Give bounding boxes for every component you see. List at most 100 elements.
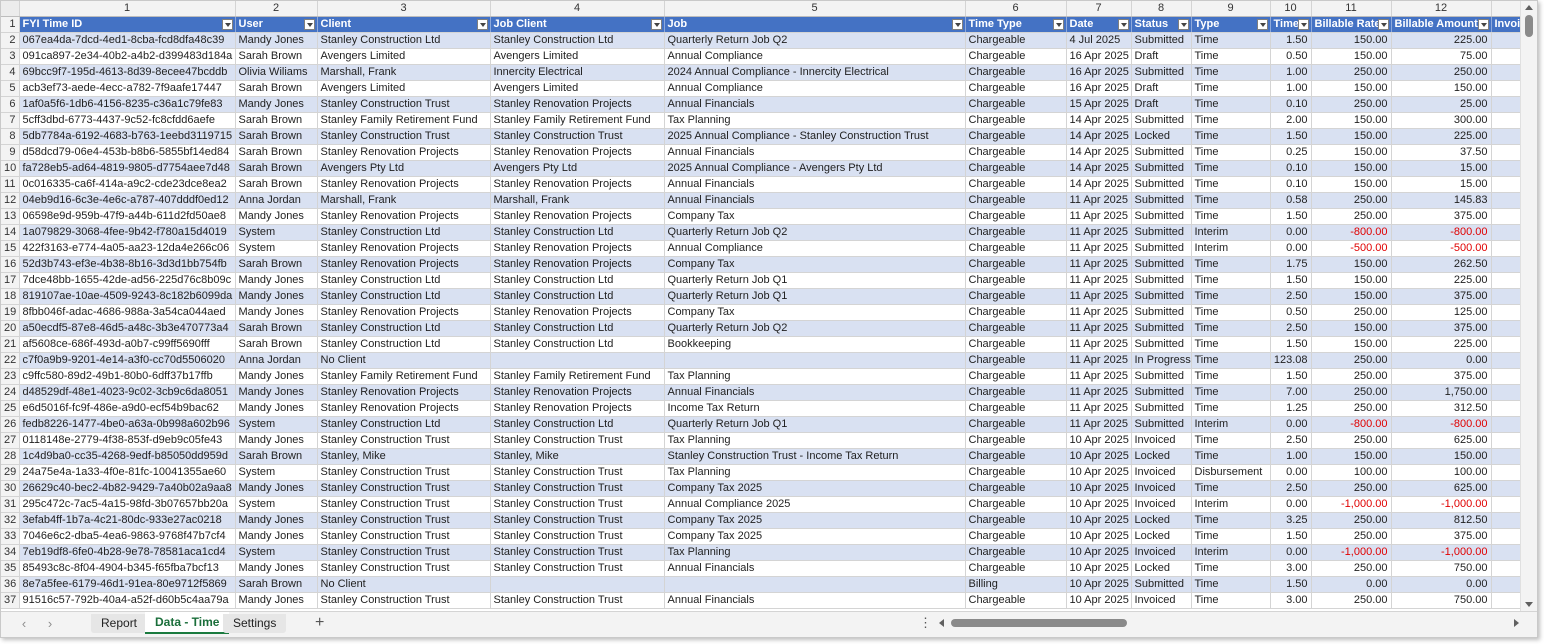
table-cell[interactable]: Draft <box>1131 96 1192 113</box>
table-cell[interactable]: Mandy Jones <box>235 32 318 49</box>
column-header[interactable]: Job <box>664 16 966 33</box>
row-number[interactable]: 12 <box>1 192 20 209</box>
table-cell[interactable]: 0.58 <box>1270 192 1312 209</box>
table-cell[interactable]: Chargeable <box>965 560 1067 577</box>
table-cell[interactable]: 1.00 <box>1270 448 1312 465</box>
table-cell[interactable] <box>1491 560 1520 577</box>
table-cell[interactable]: Company Tax <box>664 208 966 225</box>
table-cell[interactable]: 625.00 <box>1391 432 1492 449</box>
table-cell[interactable]: Stanley Construction Trust <box>317 560 491 577</box>
table-cell[interactable] <box>664 576 966 593</box>
table-cell[interactable]: 15 Apr 2025 <box>1066 96 1132 113</box>
table-cell[interactable]: Submitted <box>1131 160 1192 177</box>
table-cell[interactable]: Locked <box>1131 528 1192 545</box>
table-cell[interactable]: 15.00 <box>1391 160 1492 177</box>
table-cell[interactable]: 150.00 <box>1311 80 1392 97</box>
table-cell[interactable]: 11 Apr 2025 <box>1066 256 1132 273</box>
column-header[interactable]: Invoi <box>1491 16 1520 33</box>
row-number[interactable]: 4 <box>1 64 20 81</box>
table-cell[interactable]: -800.00 <box>1311 416 1392 433</box>
table-cell[interactable]: 145.83 <box>1391 192 1492 209</box>
table-cell[interactable]: Sarah Brown <box>235 256 318 273</box>
table-cell[interactable]: Avengers Limited <box>490 80 665 97</box>
table-cell[interactable]: Mandy Jones <box>235 400 318 417</box>
table-cell[interactable]: 150.00 <box>1311 448 1392 465</box>
row-number[interactable]: 1 <box>1 16 20 33</box>
table-cell[interactable]: Time <box>1191 176 1271 193</box>
table-cell[interactable]: Interim <box>1191 240 1271 257</box>
table-cell[interactable]: Locked <box>1131 448 1192 465</box>
table-cell[interactable]: Stanley Construction Trust <box>490 480 665 497</box>
table-cell[interactable] <box>1491 448 1520 465</box>
table-cell[interactable]: 250.00 <box>1311 208 1392 225</box>
table-cell[interactable]: 2024 Annual Compliance - Innercity Elect… <box>664 64 966 81</box>
table-cell[interactable]: Income Tax Return <box>664 400 966 417</box>
table-cell[interactable]: Time <box>1191 400 1271 417</box>
table-cell[interactable]: 225.00 <box>1391 32 1492 49</box>
table-cell[interactable]: 7046e6c2-dba5-4ea6-9863-9768f47b7cf4 <box>19 528 236 545</box>
row-number[interactable]: 13 <box>1 208 20 225</box>
table-cell[interactable]: 1af0a5f6-1db6-4156-8235-c36a1c79fe83 <box>19 96 236 113</box>
table-cell[interactable]: Quarterly Return Job Q2 <box>664 320 966 337</box>
table-cell[interactable]: 250.00 <box>1311 528 1392 545</box>
table-cell[interactable]: Draft <box>1131 48 1192 65</box>
table-cell[interactable]: Avengers Limited <box>317 80 491 97</box>
table-cell[interactable]: -800.00 <box>1311 224 1392 241</box>
table-cell[interactable]: 250.00 <box>1311 64 1392 81</box>
table-cell[interactable]: Stanley Construction Trust <box>490 528 665 545</box>
table-cell[interactable]: Locked <box>1131 512 1192 529</box>
table-cell[interactable]: 067ea4da-7dcd-4ed1-8cba-fcd8dfa48c39 <box>19 32 236 49</box>
table-cell[interactable]: 375.00 <box>1391 208 1492 225</box>
table-cell[interactable]: 11 Apr 2025 <box>1066 368 1132 385</box>
table-cell[interactable]: Chargeable <box>965 592 1067 609</box>
table-cell[interactable]: Stanley Construction Ltd <box>490 272 665 289</box>
table-cell[interactable]: 250.00 <box>1311 304 1392 321</box>
table-cell[interactable] <box>1491 48 1520 65</box>
table-cell[interactable]: Chargeable <box>965 176 1067 193</box>
column-number[interactable]: 11 <box>1311 1 1392 17</box>
table-cell[interactable]: 11 Apr 2025 <box>1066 224 1132 241</box>
table-cell[interactable]: Time <box>1191 512 1271 529</box>
table-cell[interactable]: Tax Planning <box>664 544 966 561</box>
column-header[interactable]: User <box>235 16 318 33</box>
table-cell[interactable]: Anna Jordan <box>235 352 318 369</box>
column-number[interactable]: 4 <box>490 1 665 17</box>
table-cell[interactable]: 10 Apr 2025 <box>1066 560 1132 577</box>
table-cell[interactable]: fedb8226-1477-4be0-a63a-0b998a602b96 <box>19 416 236 433</box>
table-cell[interactable]: -1,000.00 <box>1311 496 1392 513</box>
table-cell[interactable]: Time <box>1191 288 1271 305</box>
table-cell[interactable]: 312.50 <box>1391 400 1492 417</box>
table-cell[interactable]: Time <box>1191 256 1271 273</box>
table-cell[interactable]: Chargeable <box>965 256 1067 273</box>
table-cell[interactable]: Stanley Renovation Projects <box>490 240 665 257</box>
table-cell[interactable]: 1.00 <box>1270 80 1312 97</box>
table-cell[interactable]: Stanley Construction Ltd <box>317 416 491 433</box>
table-cell[interactable]: 14 Apr 2025 <box>1066 176 1132 193</box>
column-number[interactable] <box>1491 1 1520 17</box>
column-number[interactable]: 5 <box>664 1 966 17</box>
table-cell[interactable]: Stanley Construction Trust <box>490 432 665 449</box>
table-cell[interactable]: 16 Apr 2025 <box>1066 48 1132 65</box>
column-number[interactable]: 12 <box>1391 1 1492 17</box>
table-cell[interactable]: 5cff3dbd-6773-4437-9c52-fc8cfdd6aefe <box>19 112 236 129</box>
table-cell[interactable]: Interim <box>1191 496 1271 513</box>
table-cell[interactable]: 125.00 <box>1391 304 1492 321</box>
table-cell[interactable]: 10 Apr 2025 <box>1066 576 1132 593</box>
table-cell[interactable]: Invoiced <box>1131 480 1192 497</box>
table-cell[interactable]: -800.00 <box>1391 416 1492 433</box>
table-cell[interactable]: Time <box>1191 368 1271 385</box>
column-header[interactable]: Time Type <box>965 16 1067 33</box>
table-cell[interactable]: 250.00 <box>1311 592 1392 609</box>
table-cell[interactable]: Stanley Construction Trust - Income Tax … <box>664 448 966 465</box>
select-all-corner[interactable] <box>1 1 20 17</box>
table-cell[interactable]: Stanley Renovation Projects <box>317 240 491 257</box>
table-cell[interactable]: Annual Compliance <box>664 80 966 97</box>
table-cell[interactable]: d48529df-48e1-4023-9c02-3cb9c6da8051 <box>19 384 236 401</box>
table-cell[interactable]: Invoiced <box>1131 464 1192 481</box>
table-cell[interactable]: Submitted <box>1131 256 1192 273</box>
table-cell[interactable]: Time <box>1191 528 1271 545</box>
table-cell[interactable]: 0.00 <box>1270 464 1312 481</box>
table-cell[interactable]: Chargeable <box>965 432 1067 449</box>
vertical-scroll-thumb[interactable] <box>1525 15 1533 37</box>
table-cell[interactable]: Chargeable <box>965 320 1067 337</box>
